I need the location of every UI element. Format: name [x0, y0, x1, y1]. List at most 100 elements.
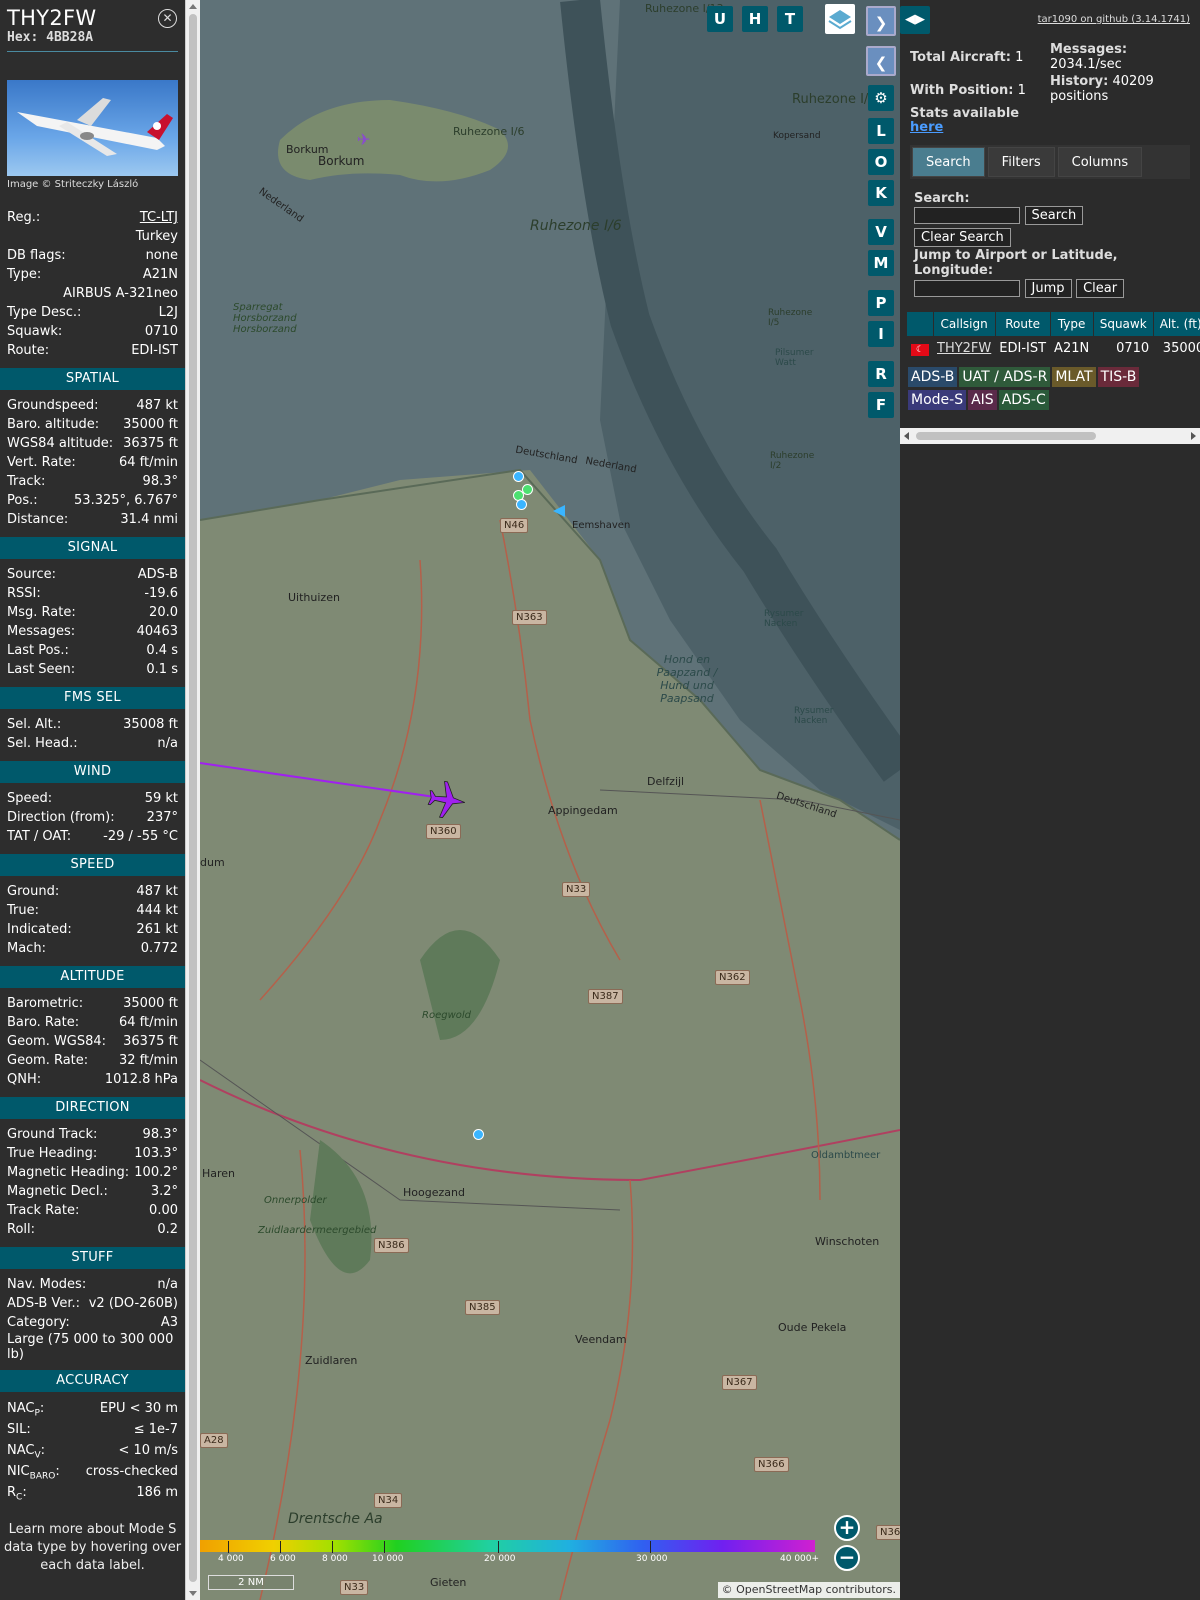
place-label: Kopersand: [773, 131, 821, 141]
receiver-marker[interactable]: [513, 471, 524, 482]
clear-button[interactable]: Clear: [1076, 279, 1125, 298]
detail-label: True Heading:: [7, 1146, 98, 1161]
detail-label: WGS84 altitude:: [7, 436, 114, 451]
road-shield: N386: [374, 1238, 409, 1253]
map-button-l[interactable]: L: [868, 118, 894, 144]
column-header[interactable]: Type: [1050, 312, 1094, 336]
detail-row: Magnetic Heading: 100.2°: [0, 1163, 185, 1182]
scale-label: 4 000: [218, 1554, 244, 1564]
detail-row: Roll: 0.2: [0, 1220, 185, 1239]
detail-row: TAT / OAT: -29 / -55 °C: [0, 827, 185, 846]
aircraft-detail-sections: SPATIAL Groundspeed: 487 kt Baro. altitude:…: [0, 368, 185, 1332]
altitude-cell: 35000: [1162, 340, 1200, 356]
place-label: dum: [200, 856, 225, 869]
scroll-left-arrow-icon[interactable]: [904, 432, 909, 440]
detail-row: Last Seen: 0.1 s: [0, 660, 185, 679]
map-button-i[interactable]: I: [868, 321, 894, 347]
map-button-v[interactable]: V: [868, 219, 894, 245]
map-button-p[interactable]: P: [868, 290, 894, 316]
map-button-r[interactable]: R: [868, 361, 894, 387]
accuracy-label: NICBARO:: [7, 1464, 60, 1482]
road-shield: N33: [562, 882, 591, 897]
zoom-in-button[interactable]: +: [834, 1515, 860, 1541]
detail-value: 64 ft/min: [118, 455, 178, 470]
aircraft-detail-sidebar: THY2FW Hex: 4BB28A ✕ Image © Striteczky …: [0, 0, 185, 1600]
tab-filters[interactable]: Filters: [987, 147, 1055, 177]
scroll-right-arrow-icon[interactable]: [1191, 432, 1196, 440]
aircraft-marker-small[interactable]: [553, 505, 565, 517]
panel-scroll-thumb[interactable]: [916, 432, 1096, 440]
zoom-out-button[interactable]: −: [834, 1545, 860, 1571]
column-header[interactable]: Alt. (ft): [1153, 312, 1200, 336]
github-link[interactable]: tar1090 on github (3.14.1741): [1038, 14, 1190, 25]
scroll-down-arrow-icon[interactable]: [189, 1591, 197, 1596]
table-row[interactable]: ☾ THY2FWEDI-IST A21N 0710 35000: [907, 336, 1200, 360]
info-row: Reg.: TC-LTJ: [0, 208, 185, 227]
expand-sidebar-button[interactable]: ❯: [866, 6, 896, 36]
search-input[interactable]: [914, 207, 1020, 224]
column-header[interactable]: [907, 312, 934, 336]
category-description: Large (75 000 to 300 000 lb): [7, 1332, 174, 1362]
source-badge-ais: AIS: [968, 390, 997, 410]
detail-label: Baro. altitude:: [7, 417, 100, 432]
detail-label: Messages:: [7, 624, 76, 639]
detail-label: Track Rate:: [7, 1203, 80, 1218]
place-label: Ruhezone I/6: [453, 125, 525, 138]
layers-button[interactable]: [825, 4, 855, 34]
map-button-t[interactable]: T: [777, 6, 803, 32]
tab-search[interactable]: Search: [912, 147, 985, 177]
place-label: Delfzijl: [647, 775, 685, 788]
close-icon[interactable]: ✕: [158, 9, 177, 28]
map-button-k[interactable]: K: [868, 180, 894, 206]
map-button-m[interactable]: M: [868, 250, 894, 276]
search-button[interactable]: Search: [1024, 206, 1084, 225]
detail-row: Ground: 487 kt: [0, 882, 185, 901]
stats-link[interactable]: here: [900, 121, 1200, 135]
place-label: Hoogezand: [403, 1186, 465, 1199]
place-label: Rysumer Nacken: [794, 706, 834, 726]
chevron-left-icon: ❮: [874, 54, 888, 72]
sidebar-scroll-thumb[interactable]: [189, 14, 197, 1582]
detail-row: Last Pos.: 0.4 s: [0, 641, 185, 660]
accuracy-label-sub: BARO: [29, 1471, 56, 1482]
settings-button[interactable]: ⚙: [868, 85, 894, 111]
info-row: Route: EDI-IST: [0, 341, 185, 360]
map-button-f[interactable]: F: [868, 392, 894, 418]
sidebar-scrollbar[interactable]: [185, 0, 200, 1600]
detail-row: WGS84 altitude: 36375 ft: [0, 434, 185, 453]
detail-row: Track: 98.3°: [0, 472, 185, 491]
callsign-cell[interactable]: THY2FW: [933, 336, 995, 360]
map-button-o[interactable]: O: [868, 149, 894, 175]
selected-aircraft-icon[interactable]: [425, 780, 469, 820]
detail-label: Magnetic Heading:: [7, 1165, 130, 1180]
toggle-panel-button[interactable]: ◀▶: [900, 0, 930, 40]
receiver-marker[interactable]: [473, 1129, 484, 1140]
scale-tick: [332, 1541, 333, 1553]
column-header[interactable]: Squawk: [1093, 312, 1154, 336]
aircraft-photo[interactable]: [7, 80, 178, 176]
panel-horizontal-scrollbar[interactable]: [900, 428, 1200, 444]
collapse-sidebar-button[interactable]: ❮: [866, 46, 896, 76]
info-value: A21N: [142, 267, 178, 282]
jump-input[interactable]: [914, 280, 1020, 297]
map-view[interactable]: Ruhezone I/13 Ruhezone I/5 Borkum Borkum…: [200, 0, 900, 1600]
column-header[interactable]: Route: [995, 312, 1051, 336]
accuracy-row: NACV: < 10 m/s: [0, 1440, 185, 1461]
tab-columns[interactable]: Columns: [1057, 147, 1143, 177]
messages-label: Messages:: [1050, 42, 1128, 57]
jump-button[interactable]: Jump: [1024, 279, 1072, 298]
detail-value: 0.2: [157, 1222, 178, 1237]
scroll-up-arrow-icon[interactable]: [189, 4, 197, 9]
detail-label: Speed:: [7, 791, 53, 806]
receiver-marker[interactable]: [516, 499, 527, 510]
map-button-u[interactable]: U: [707, 6, 733, 32]
place-label: Gieten: [430, 1576, 467, 1589]
column-header[interactable]: Callsign: [933, 312, 996, 336]
map-button-h[interactable]: H: [742, 6, 768, 32]
info-value[interactable]: TC-LTJ: [140, 208, 178, 227]
detail-value: 98.3°: [142, 474, 178, 489]
info-label: Type:: [7, 267, 42, 282]
with-position-label: With Position:: [910, 83, 1014, 98]
clear-search-button[interactable]: Clear Search: [914, 228, 1011, 247]
detail-label: Msg. Rate:: [7, 605, 76, 620]
